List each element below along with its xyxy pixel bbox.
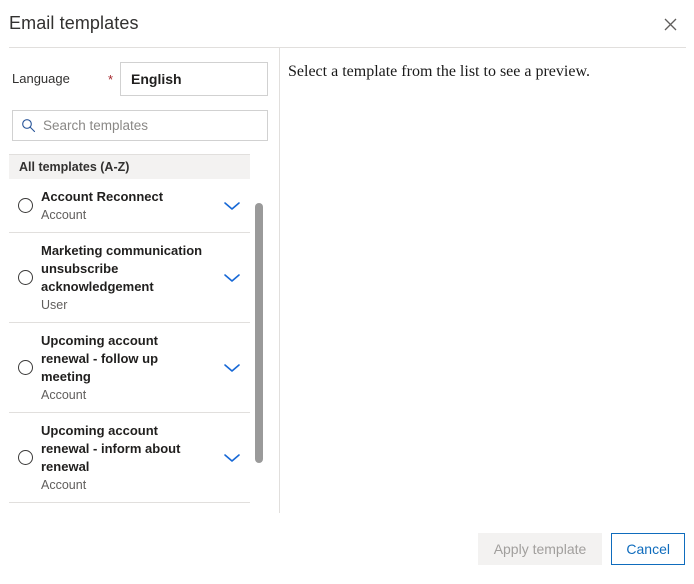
template-selection-pane: Language * English All templates (A-Z) A… <box>0 48 279 575</box>
search-icon <box>13 111 43 140</box>
list-item-text: Upcoming account renewal - follow up mee… <box>41 332 214 403</box>
list-group-header: All templates (A-Z) <box>9 154 250 179</box>
template-name: Upcoming account renewal - inform about … <box>41 423 181 474</box>
list-item-text: Upcoming account renewal - inform about … <box>41 422 214 493</box>
chevron-down-icon[interactable] <box>214 200 250 212</box>
list-item[interactable]: Upcoming account renewal - follow up mee… <box>9 323 250 413</box>
preview-empty-message: Select a template from the list to see a… <box>288 63 590 80</box>
radio-button[interactable] <box>9 450 41 465</box>
close-icon[interactable] <box>654 8 686 40</box>
language-field[interactable]: English <box>120 62 268 96</box>
dialog-footer: Apply template Cancel <box>0 514 694 584</box>
language-label: Language <box>12 71 70 86</box>
dialog-header: Email templates <box>0 0 694 47</box>
search-input[interactable] <box>43 111 267 140</box>
template-name: Upcoming account renewal - follow up mee… <box>41 333 159 384</box>
template-name: Account Reconnect <box>41 189 164 204</box>
radio-button[interactable] <box>9 360 41 375</box>
page-title: Email templates <box>9 13 139 33</box>
list-item[interactable]: Account Reconnect Account <box>9 179 250 233</box>
list-item[interactable]: Marketing communication unsubscribe ackn… <box>9 233 250 323</box>
apply-template-button[interactable]: Apply template <box>478 533 602 565</box>
scrollbar-thumb[interactable] <box>255 203 263 463</box>
required-indicator: * <box>108 72 114 87</box>
email-templates-dialog: Email templates Language * English Searc… <box>0 0 694 584</box>
template-entity: Account <box>41 388 87 402</box>
template-entity: Account <box>41 478 87 492</box>
template-entity: User <box>41 298 68 312</box>
language-value: English <box>131 71 182 87</box>
template-entity: Account <box>41 208 87 222</box>
list-item-text: Account Reconnect Account <box>41 188 214 223</box>
template-name: Marketing communication unsubscribe ackn… <box>41 243 203 294</box>
template-preview-pane: Select a template from the list to see a… <box>280 48 694 513</box>
radio-button[interactable] <box>9 270 41 285</box>
list-item[interactable]: Upcoming account renewal - inform about … <box>9 413 250 503</box>
chevron-down-icon[interactable] <box>214 362 250 374</box>
radio-button[interactable] <box>9 198 41 213</box>
template-list[interactable]: Account Reconnect Account Marketing comm… <box>9 179 250 575</box>
cancel-button[interactable]: Cancel <box>611 533 685 565</box>
list-scrollbar[interactable] <box>255 179 263 504</box>
language-row: Language * English <box>12 62 268 96</box>
search-templates-box[interactable] <box>12 110 268 141</box>
chevron-down-icon[interactable] <box>214 452 250 464</box>
chevron-down-icon[interactable] <box>214 272 250 284</box>
list-item-text: Marketing communication unsubscribe ackn… <box>41 242 214 313</box>
